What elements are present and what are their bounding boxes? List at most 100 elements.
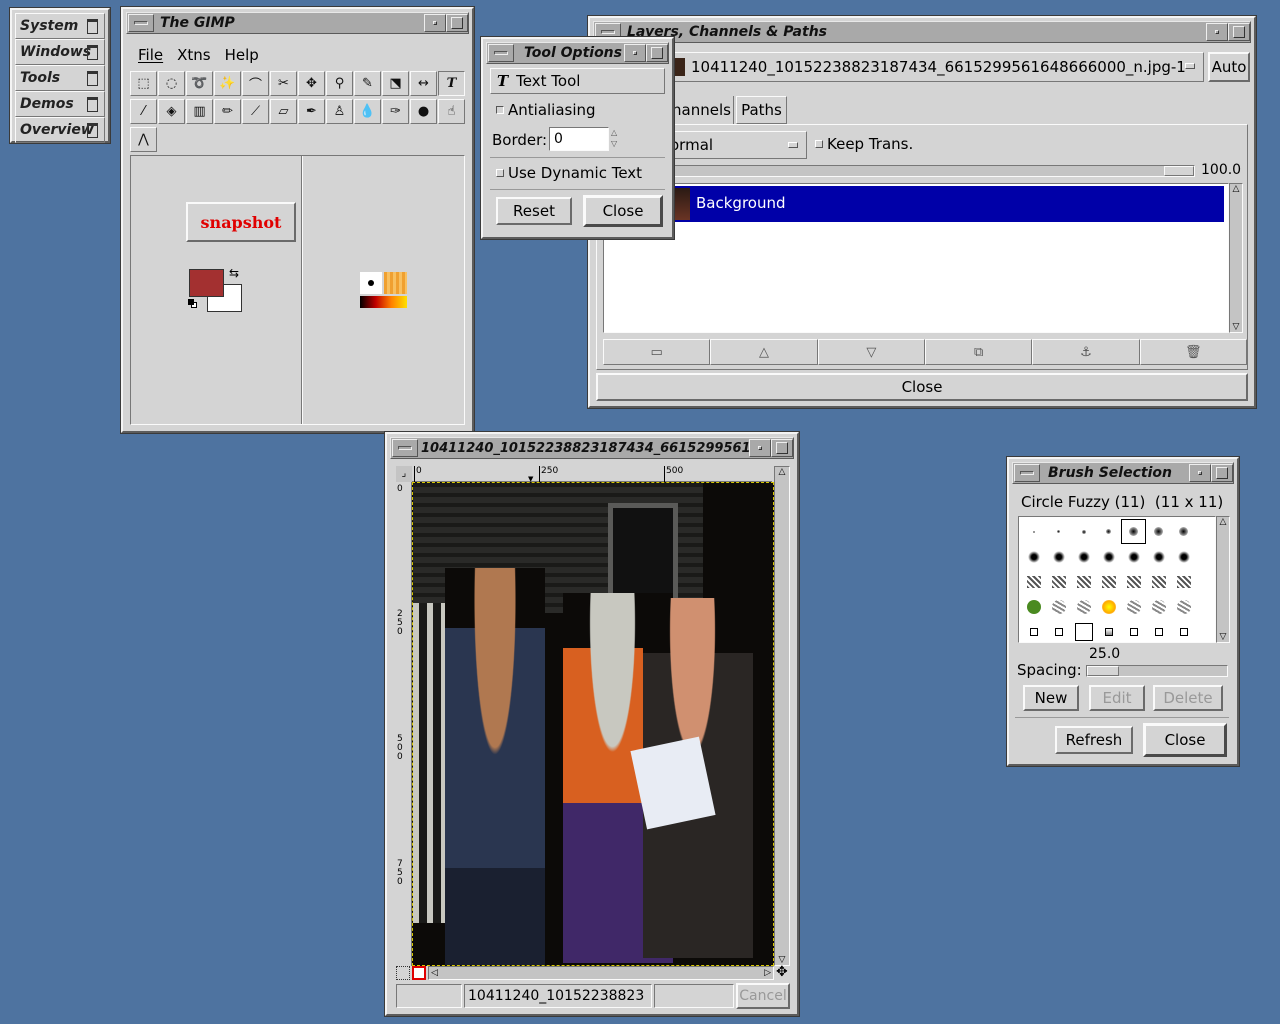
gradient-indicator-icon[interactable] [360,296,407,308]
brush-cell[interactable] [1171,594,1196,619]
border-input[interactable]: 0 [549,127,609,151]
bucket-fill-icon[interactable]: ◈ [158,99,185,124]
lower-layer-button[interactable]: ▽ [817,339,925,365]
paintbrush-icon[interactable]: ⟋ [242,99,269,124]
brush-cell[interactable] [1046,619,1071,642]
airbrush-icon[interactable]: ✒ [298,99,325,124]
brush-cell[interactable] [1096,594,1121,619]
brush-grid-scrollbar[interactable]: △ ▽ [1216,516,1230,643]
refresh-button[interactable]: Refresh [1055,726,1133,754]
window-menu-icon[interactable] [1014,464,1040,482]
keep-trans-checkbox[interactable]: Keep Trans. [815,135,913,153]
brush-cell[interactable] [1071,594,1096,619]
brush-cell[interactable] [1146,544,1171,569]
opacity-slider[interactable] [605,165,1195,177]
brush-cell[interactable] [1021,594,1046,619]
close-button[interactable]: Close [1143,723,1227,757]
bezier-select-icon[interactable]: ⌒ [242,71,269,96]
minimize-icon[interactable] [424,14,446,32]
scroll-up-icon[interactable]: △ [1220,517,1227,527]
new-brush-button[interactable]: New [1023,685,1079,711]
brush-cell[interactable] [1071,544,1096,569]
convolve-icon[interactable]: 💧 [354,99,381,124]
menu-xtns[interactable]: Xtns [177,46,210,64]
snapshot-button[interactable]: snapshot [186,202,296,242]
maximize-icon[interactable] [446,14,468,32]
opacity-slider-thumb[interactable] [1164,166,1194,176]
brush-cell[interactable] [1171,569,1196,594]
scroll-up-icon[interactable]: △ [779,467,786,477]
text-icon[interactable]: T [438,71,465,96]
image-select-dropdown[interactable]: 10411240_10152238823187434_6615299561648… [668,52,1204,82]
layer-list-scrollbar[interactable]: △ ▽ [1229,183,1243,333]
blend-icon[interactable]: ▥ [186,99,213,124]
swap-colors-icon[interactable]: ⇆ [229,266,239,280]
brush-cell[interactable] [1071,569,1096,594]
scroll-up-icon[interactable]: △ [1233,184,1240,194]
brush-cell[interactable] [1121,569,1146,594]
ruler-corner[interactable]: ⌟ [396,466,412,482]
border-spinner-icon[interactable]: △ ▽ [611,127,617,149]
brush-cell[interactable] [1121,619,1146,642]
brush-cell[interactable] [1146,619,1171,642]
root-menu-item-tools[interactable]: Tools [15,65,105,91]
vertical-scrollbar[interactable]: △ ▽ [774,466,790,966]
brush-cell[interactable] [1021,519,1046,544]
quickmask-off-icon[interactable] [396,966,410,980]
antialiasing-checkbox[interactable]: Antialiasing [496,101,596,119]
brush-cell[interactable] [1146,569,1171,594]
trash-button[interactable]: 🗑 [1139,339,1247,365]
root-menu-item-demos[interactable]: Demos [15,91,105,117]
brush-cell[interactable] [1096,544,1121,569]
move-icon[interactable]: ✥ [298,71,325,96]
flip-icon[interactable]: ↔ [410,71,437,96]
brush-cell[interactable] [1121,594,1146,619]
maximize-icon[interactable] [771,439,793,457]
tab-paths[interactable]: Paths [736,96,787,124]
zoom-icon[interactable]: ⚲ [326,71,353,96]
quickmask-on-icon[interactable] [412,966,426,980]
maximize-icon[interactable] [1228,23,1250,41]
brush-cell[interactable] [1171,544,1196,569]
foreground-color-swatch[interactable] [189,269,224,297]
brush-cell[interactable] [1021,569,1046,594]
navigate-icon[interactable]: ✥ [776,964,788,980]
raise-layer-button[interactable]: △ [710,339,818,365]
smudge-icon[interactable]: ☝ [438,99,465,124]
default-colors-icon[interactable] [188,299,198,309]
menu-help[interactable]: Help [225,46,259,64]
clone-icon[interactable]: ♙ [326,99,353,124]
root-menu-item-overview[interactable]: Overview [15,117,105,143]
free-select-icon[interactable]: ➰ [186,71,213,96]
close-button[interactable]: Close [583,195,663,227]
rect-select-icon[interactable]: ⬚ [130,71,157,96]
dodge-burn-icon[interactable]: ● [410,99,437,124]
brush-cell[interactable] [1046,594,1071,619]
window-menu-icon[interactable] [392,439,418,457]
brush-cell[interactable] [1121,544,1146,569]
new-layer-button[interactable]: ▭ [603,339,711,365]
minimize-icon[interactable] [749,439,771,457]
fuzzy-select-icon[interactable]: ✨ [214,71,241,96]
brush-cell[interactable] [1171,619,1196,642]
pattern-indicator-icon[interactable] [384,272,407,294]
eraser-icon[interactable]: ▱ [270,99,297,124]
brush-cell[interactable] [1096,519,1121,544]
scroll-left-icon[interactable]: ◁ [431,968,438,978]
minimize-icon[interactable] [624,44,646,62]
maximize-icon[interactable] [1211,464,1233,482]
layer-row-background[interactable]: Background [604,186,1224,222]
dynamic-text-checkbox[interactable]: Use Dynamic Text [496,164,642,182]
image-canvas[interactable] [412,482,774,966]
brush-indicator-icon[interactable] [360,272,382,294]
brush-cell[interactable] [1121,519,1146,544]
mode-dropdown[interactable]: ormal [667,131,807,159]
brush-cell[interactable] [1046,519,1071,544]
ellipse-select-icon[interactable]: ◌ [158,71,185,96]
root-menu-item-windows[interactable]: Windows [15,39,105,65]
spacing-slider-thumb[interactable] [1087,666,1119,676]
window-menu-icon[interactable] [488,44,514,62]
brush-cell[interactable] [1046,569,1071,594]
scroll-right-icon[interactable]: ▷ [764,968,771,978]
brush-cell[interactable] [1021,544,1046,569]
